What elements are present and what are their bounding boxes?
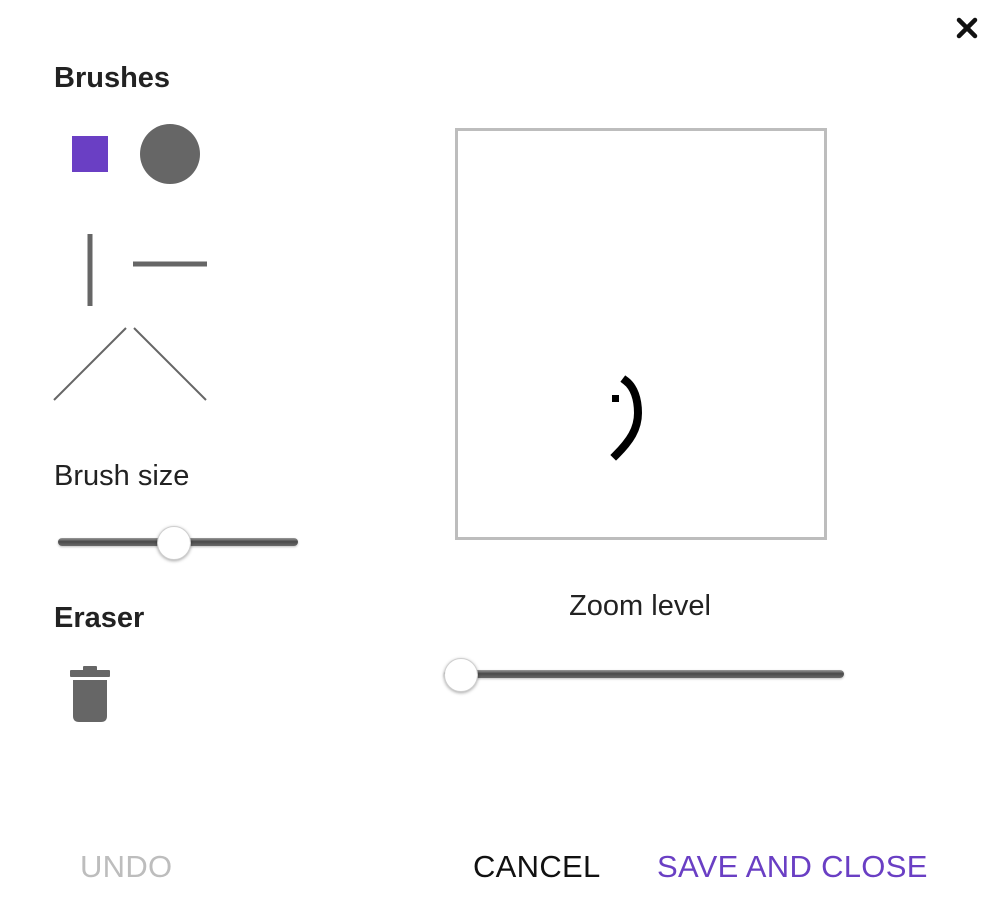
zoom-level-slider[interactable] [444, 656, 844, 692]
cancel-button[interactable]: CANCEL [473, 851, 601, 882]
vertical-line-brush-icon [87, 234, 93, 306]
brush-circle-button[interactable] [136, 120, 204, 188]
zoom-level-label: Zoom level [569, 590, 711, 622]
drawing-canvas[interactable] [455, 128, 827, 540]
brush-vertical-line-button[interactable] [62, 228, 118, 312]
brush-size-label: Brush size [54, 460, 190, 492]
zoom-slider-track [444, 670, 844, 678]
undo-button[interactable]: UNDO [80, 851, 172, 882]
circle-brush-icon [140, 124, 200, 184]
diagonal-down-brush-icon [133, 327, 207, 401]
brush-horizontal-line-button[interactable] [128, 248, 212, 280]
drawing-stroke [610, 375, 643, 461]
diagonal-up-brush-icon [53, 327, 127, 401]
brushes-heading: Brushes [54, 62, 171, 94]
eraser-heading: Eraser [54, 602, 145, 634]
brush-diagonal-down-button[interactable] [130, 324, 210, 404]
brush-size-slider[interactable] [58, 524, 298, 560]
brush-diagonal-up-button[interactable] [50, 324, 130, 404]
trash-icon[interactable] [66, 664, 114, 724]
horizontal-line-brush-icon [133, 261, 207, 267]
drawing-dialog: Brushes Brush size Eraser Zoom level UND… [0, 0, 992, 920]
square-brush-icon [72, 136, 108, 172]
brush-size-slider-thumb[interactable] [157, 526, 192, 560]
brush-square-button[interactable] [62, 126, 118, 182]
zoom-slider-thumb[interactable] [444, 658, 478, 692]
save-and-close-button[interactable]: SAVE AND CLOSE [657, 851, 928, 882]
close-icon[interactable] [953, 14, 981, 42]
